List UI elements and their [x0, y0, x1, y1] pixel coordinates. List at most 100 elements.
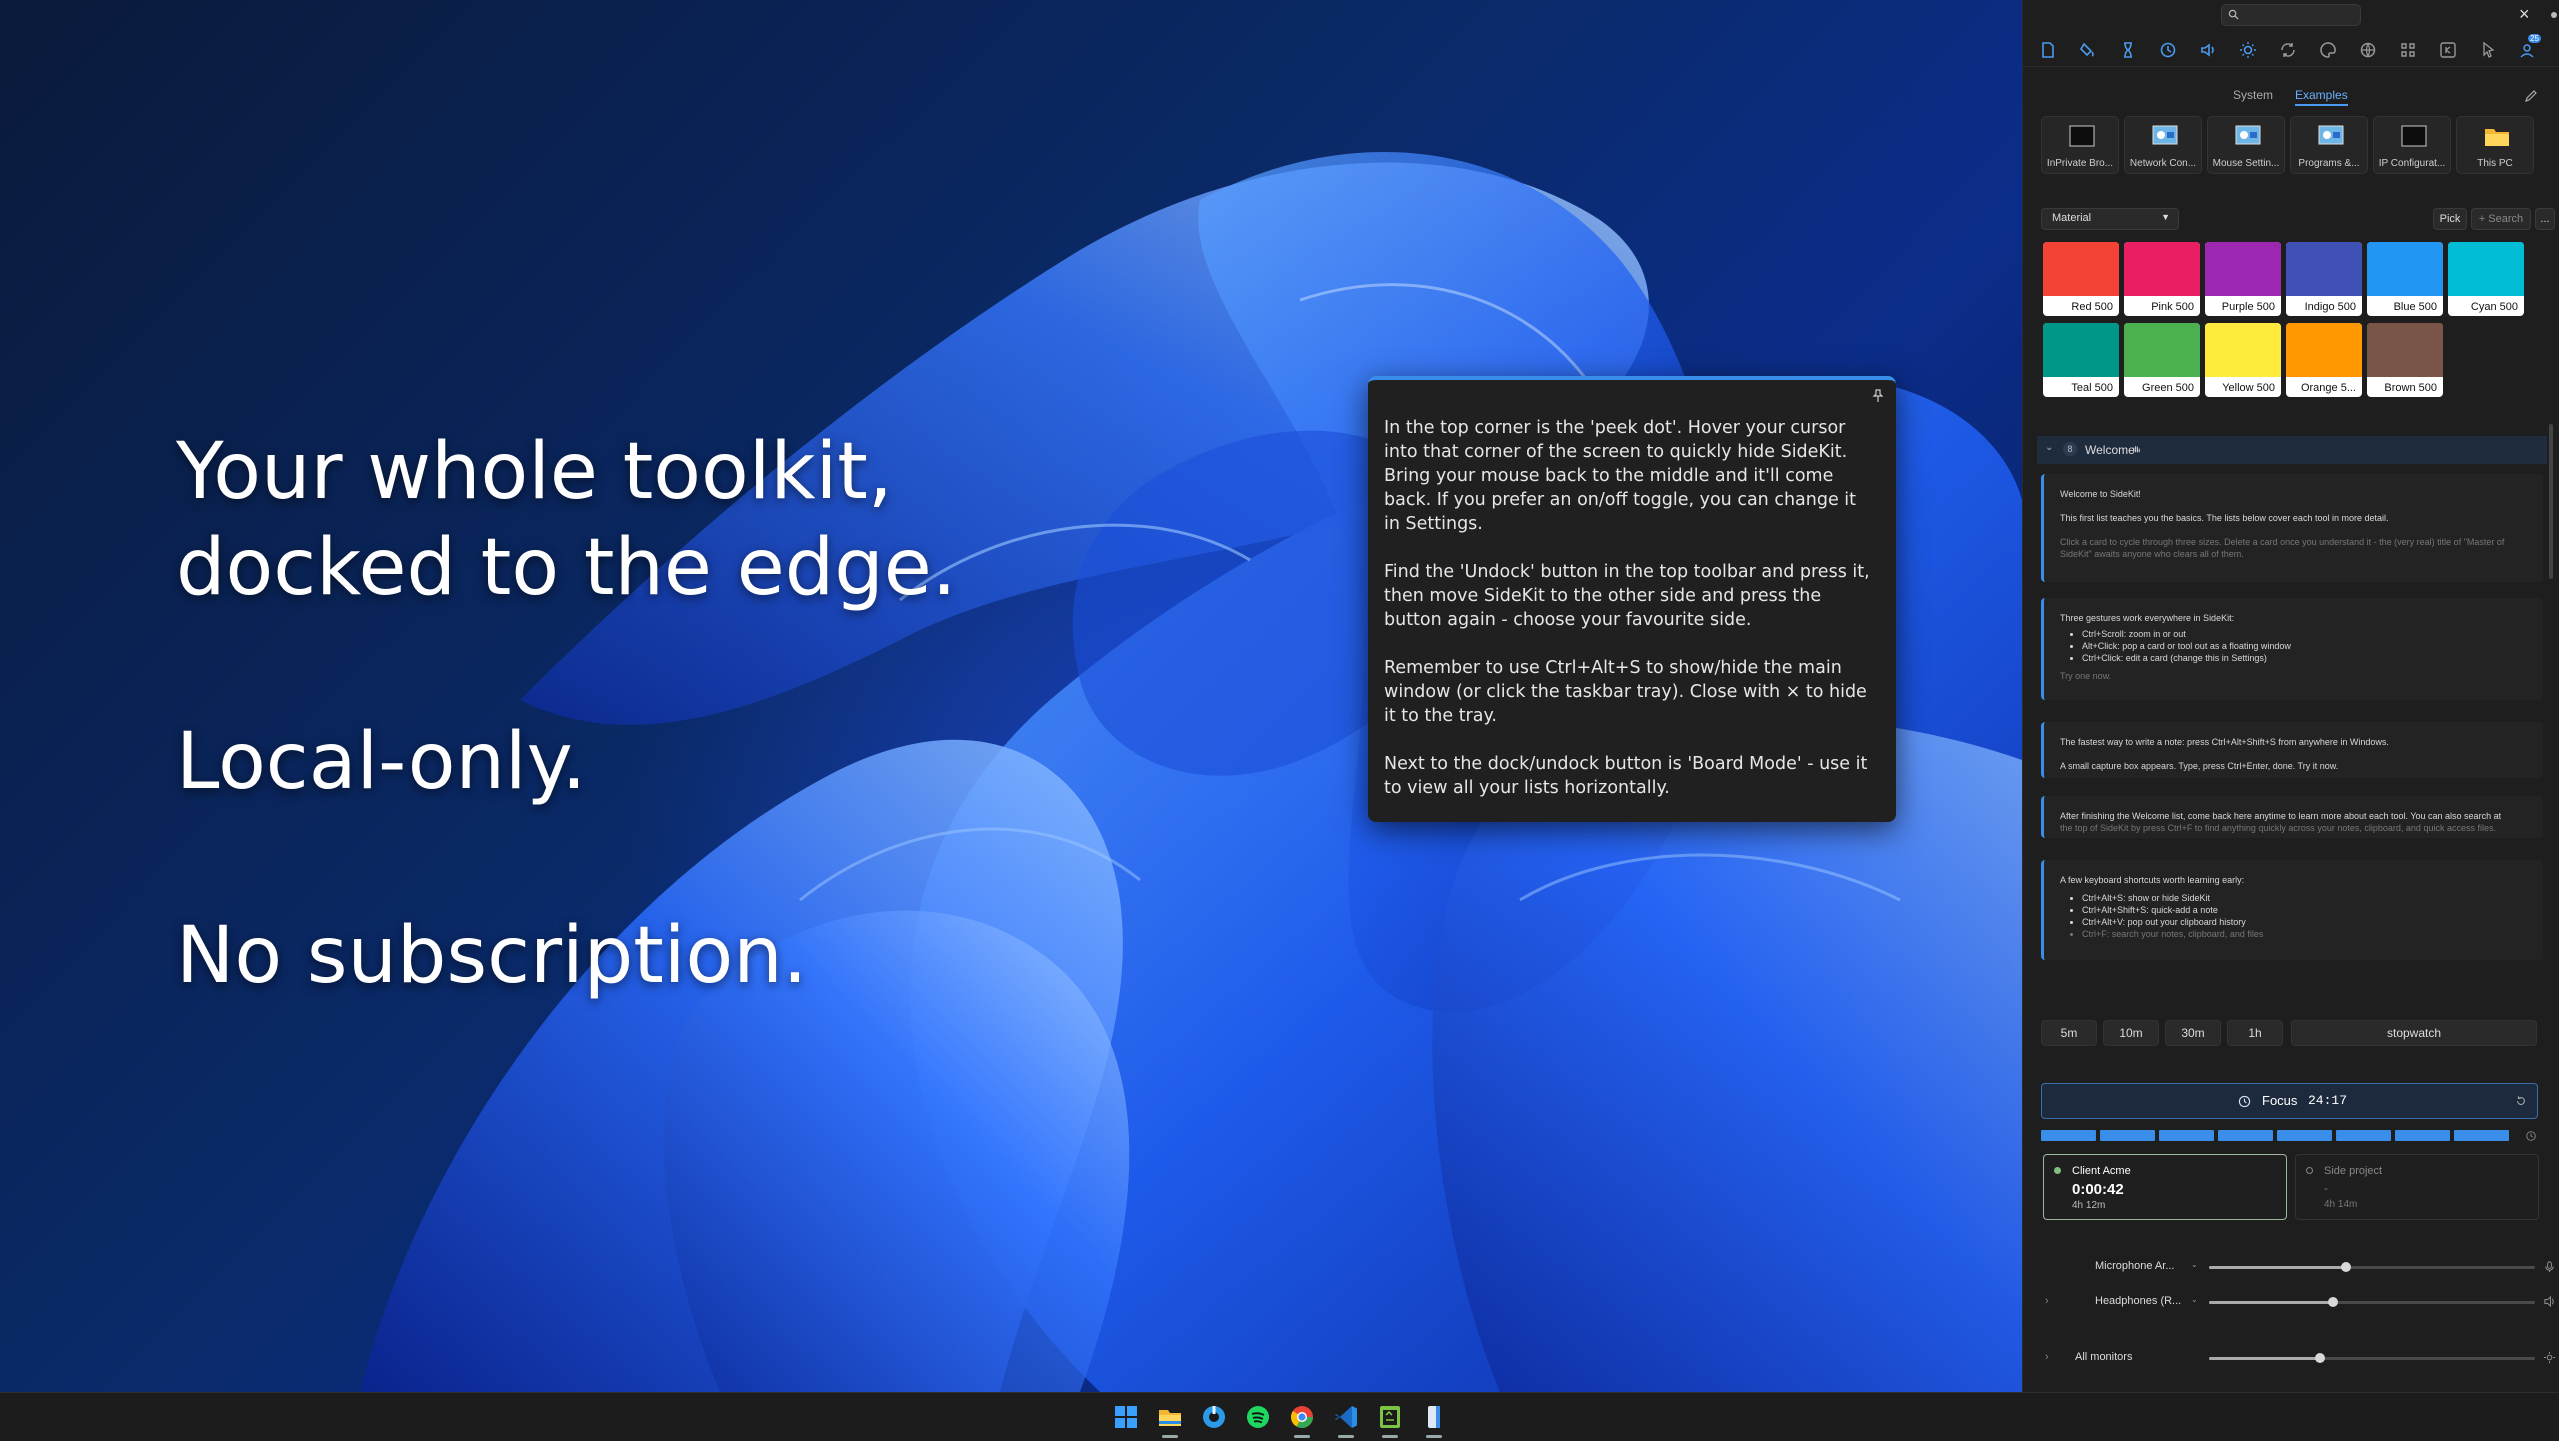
shortcut-tile[interactable]: Network Con...	[2124, 116, 2202, 174]
palette-more-button[interactable]: ...	[2535, 208, 2555, 230]
clipboard-tool-button[interactable]	[2076, 38, 2100, 62]
color-swatch[interactable]: Yellow 500	[2205, 323, 2281, 397]
notepad-icon[interactable]	[1376, 1403, 1404, 1431]
color-swatch[interactable]: Indigo 500	[2286, 242, 2362, 316]
list-scrollbar[interactable]	[2549, 424, 2553, 579]
audio-device-row[interactable]: Microphone Ar... ⌄	[2041, 1257, 2554, 1277]
list-header-welcome[interactable]: ⌄ 8 Welcome	[2037, 436, 2547, 464]
audio-device-row[interactable]: › Headphones (R... ⌄	[2041, 1292, 2554, 1312]
focus-timer[interactable]: Focus 24:17	[2041, 1083, 2538, 1119]
volume-slider[interactable]	[2209, 1297, 2535, 1307]
color-swatch[interactable]: Cyan 500	[2448, 242, 2524, 316]
sync-tool-button[interactable]	[2276, 38, 2300, 62]
pick-color-button[interactable]: Pick	[2433, 208, 2467, 230]
volume-slider[interactable]	[2209, 1262, 2535, 1272]
timer-tool-button[interactable]	[2116, 38, 2140, 62]
sidekit-icon[interactable]	[1420, 1403, 1448, 1431]
shortcut-tile[interactable]: This PC	[2456, 116, 2534, 174]
chevron-down-icon[interactable]: ⌄	[2045, 442, 2053, 453]
timer-30m-button[interactable]: 30m	[2165, 1020, 2221, 1046]
paint-bucket-icon	[2079, 42, 2094, 57]
hourglass-icon	[2124, 42, 2132, 58]
timer-1h-button[interactable]: 1h	[2227, 1020, 2283, 1046]
progress-segment	[2277, 1130, 2332, 1141]
shortcut-label: Network Con...	[2129, 158, 2197, 169]
swatch-color	[2043, 242, 2119, 296]
tip-popup[interactable]: In the top corner is the 'peek dot'. Hov…	[1368, 376, 1896, 822]
card-title: The fastest way to write a note: press C…	[2060, 737, 2389, 747]
taskbar	[0, 1392, 2559, 1441]
progress-segment	[2454, 1130, 2509, 1141]
network-tool-button[interactable]	[2356, 38, 2380, 62]
tip-paragraph: In the top corner is the 'peek dot'. Hov…	[1384, 418, 1857, 534]
tab-examples[interactable]: Examples	[2295, 88, 2348, 106]
card-list-item: Ctrl+F: search your notes, clipboard, an…	[2082, 928, 2527, 940]
pencil-icon[interactable]	[2523, 88, 2539, 104]
sun-icon[interactable]	[2543, 1351, 2556, 1364]
project-card-active[interactable]: Client Acme 0:00:42 4h 12m	[2043, 1154, 2287, 1220]
tip-paragraph: Next to the dock/undock button is 'Board…	[1384, 754, 1868, 798]
pin-icon[interactable]	[1870, 388, 1886, 404]
chrome-icon[interactable]	[1288, 1403, 1316, 1431]
peek-dot[interactable]	[2551, 12, 2557, 18]
folder-icon	[2485, 129, 2509, 146]
palette-tool-button[interactable]	[2316, 38, 2340, 62]
palette-select[interactable]: Material ▼	[2041, 208, 2179, 230]
color-swatch[interactable]: Red 500	[2043, 242, 2119, 316]
note-card[interactable]: A few keyboard shortcuts worth learning …	[2041, 860, 2543, 960]
speaker-icon[interactable]	[2543, 1295, 2556, 1308]
audio-device-label: Microphone Ar...	[2095, 1260, 2175, 1272]
note-card[interactable]: After finishing the Welcome list, come b…	[2041, 796, 2543, 838]
window-icon	[2069, 125, 2095, 147]
color-swatch[interactable]: Purple 500	[2205, 242, 2281, 316]
color-swatch[interactable]: Teal 500	[2043, 323, 2119, 397]
palette-icon	[2320, 42, 2336, 58]
note-card[interactable]: Three gestures work everywhere in SideKi…	[2041, 598, 2543, 700]
brightness-tool-button[interactable]	[2236, 38, 2260, 62]
windows-start-icon[interactable]	[1112, 1403, 1140, 1431]
shortcut-tile[interactable]: InPrivate Bro...	[2041, 116, 2119, 174]
browser-icon[interactable]	[1200, 1403, 1228, 1431]
microphone-icon[interactable]	[2543, 1260, 2556, 1273]
tab-system[interactable]: System	[2233, 88, 2273, 102]
color-swatch[interactable]: Orange 5...	[2286, 323, 2362, 397]
brightness-slider[interactable]	[2209, 1353, 2535, 1363]
chevron-down-icon[interactable]: ⌄	[2191, 1260, 2198, 1269]
color-swatch[interactable]: Brown 500	[2367, 323, 2443, 397]
color-swatch[interactable]: Green 500	[2124, 323, 2200, 397]
vscode-icon[interactable]	[1332, 1403, 1360, 1431]
color-swatch[interactable]: Blue 500	[2367, 242, 2443, 316]
chevron-down-icon[interactable]: ⌄	[2191, 1295, 2198, 1304]
cursor-tool-button[interactable]	[2476, 38, 2500, 62]
chevron-right-icon[interactable]: ›	[2045, 1295, 2049, 1307]
color-swatch[interactable]: Pink 500	[2124, 242, 2200, 316]
card-title: A few keyboard shortcuts worth learning …	[2060, 875, 2245, 885]
file-explorer-icon[interactable]	[1156, 1403, 1184, 1431]
brightness-row[interactable]: › All monitors	[2041, 1348, 2556, 1368]
palette-search-input[interactable]: + Search	[2471, 208, 2531, 230]
shortcut-tile[interactable]: Programs &...	[2290, 116, 2368, 174]
running-indicator	[1162, 1435, 1178, 1438]
shortcut-tile[interactable]: Mouse Settin...	[2207, 116, 2285, 174]
shortcut-tile[interactable]: IP Configurat...	[2373, 116, 2451, 174]
apps-tool-button[interactable]	[2396, 38, 2420, 62]
search-input[interactable]	[2221, 4, 2361, 26]
history-icon[interactable]	[2525, 1130, 2537, 1142]
timer-10m-button[interactable]: 10m	[2103, 1020, 2159, 1046]
spotify-icon[interactable]	[1244, 1403, 1272, 1431]
clock-tool-button[interactable]	[2156, 38, 2180, 62]
note-card[interactable]: Welcome to SideKit! This first list teac…	[2041, 474, 2543, 582]
audio-tool-button[interactable]	[2196, 38, 2220, 62]
timer-5m-button[interactable]: 5m	[2041, 1020, 2097, 1046]
progress-segment	[2100, 1130, 2155, 1141]
keyboard-tool-button[interactable]	[2436, 38, 2460, 62]
card-title: After finishing the Welcome list, come b…	[2060, 811, 2502, 821]
stopwatch-button[interactable]: stopwatch	[2291, 1020, 2537, 1046]
chevron-right-icon[interactable]: ›	[2045, 1351, 2049, 1363]
reset-icon[interactable]	[2515, 1095, 2527, 1107]
note-card[interactable]: The fastest way to write a note: press C…	[2041, 722, 2543, 778]
account-tool-button[interactable]: 25	[2516, 34, 2541, 62]
notes-tool-button[interactable]	[2036, 38, 2060, 62]
close-button[interactable]: ×	[2519, 4, 2530, 25]
project-card[interactable]: Side project - 4h 14m	[2295, 1154, 2539, 1220]
